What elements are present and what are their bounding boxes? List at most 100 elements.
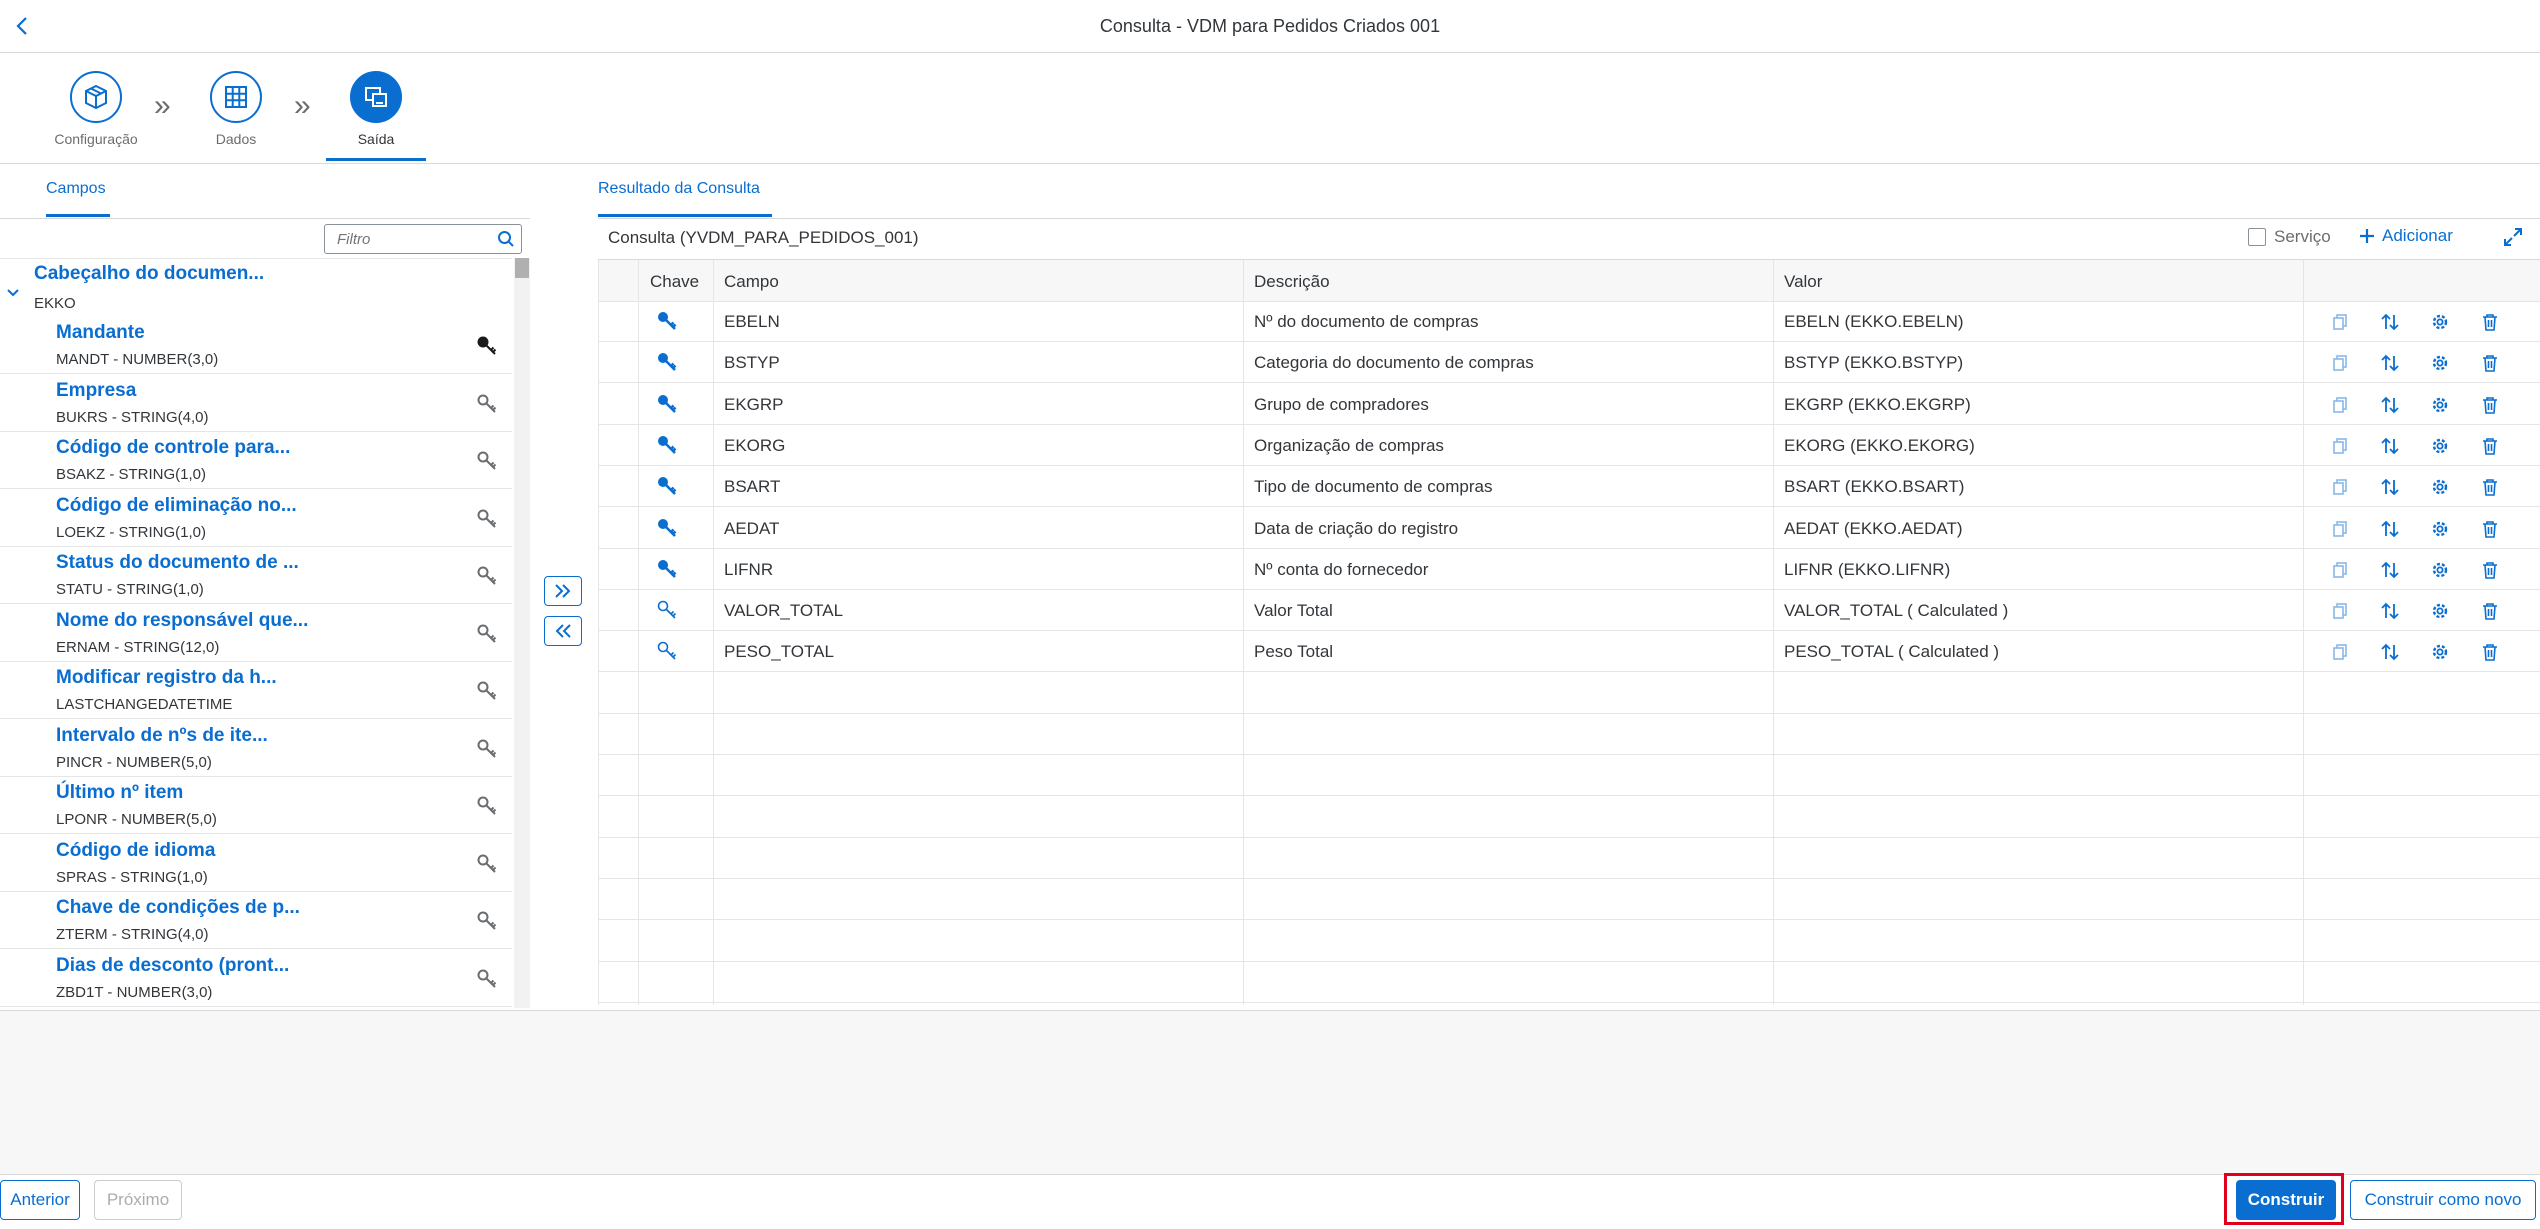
field-list-item[interactable]: Status do documento de ... STATU - STRING… — [0, 547, 512, 604]
delete-icon[interactable] — [2478, 351, 2502, 375]
filter-field[interactable] — [324, 224, 522, 254]
key-icon[interactable] — [476, 910, 498, 937]
tab-resultado-da-consulta[interactable]: Resultado da Consulta — [598, 180, 760, 198]
sort-icon[interactable] — [2378, 475, 2402, 499]
table-row[interactable]: EKGRP Grupo de compradores EKGRP (EKKO.EKG… — [598, 384, 2540, 425]
table-row[interactable]: BSART Tipo de documento de compras BSART (… — [598, 466, 2540, 508]
sort-icon[interactable] — [2378, 640, 2402, 664]
settings-icon[interactable] — [2428, 434, 2452, 458]
copy-icon[interactable] — [2328, 599, 2352, 623]
delete-icon[interactable] — [2478, 599, 2502, 623]
cell-descricao: Data de criação do registro — [1254, 518, 1459, 538]
expand-icon[interactable] — [2502, 226, 2524, 253]
key-icon[interactable] — [476, 623, 498, 650]
search-icon[interactable] — [497, 230, 515, 253]
key-icon[interactable] — [476, 393, 498, 420]
table-row[interactable]: AEDAT Data de criação do registro AEDAT (E… — [598, 508, 2540, 549]
key-icon[interactable] — [476, 738, 498, 765]
scrollbar[interactable] — [514, 258, 530, 1008]
field-list-item[interactable]: Código de eliminação no... LOEKZ - STRING… — [0, 490, 512, 547]
servico-checkbox[interactable]: Serviço — [2248, 227, 2331, 247]
key-icon[interactable] — [476, 795, 498, 822]
settings-icon[interactable] — [2428, 599, 2452, 623]
table-row[interactable]: BSTYP Categoria do documento de compras BS… — [598, 342, 2540, 384]
key-icon[interactable] — [476, 853, 498, 880]
construir-como-novo-button[interactable]: Construir como novo — [2350, 1180, 2536, 1220]
settings-icon[interactable] — [2428, 558, 2452, 582]
key-icon[interactable] — [476, 565, 498, 592]
delete-icon[interactable] — [2478, 640, 2502, 664]
wizard-step-saida[interactable]: Saída — [316, 71, 436, 147]
key-icon[interactable] — [656, 475, 678, 502]
key-icon[interactable] — [476, 508, 498, 535]
settings-icon[interactable] — [2428, 351, 2452, 375]
key-icon[interactable] — [656, 434, 678, 461]
table-row[interactable]: VALOR_TOTAL Valor Total VALOR_TOTAL ( Calc… — [598, 590, 2540, 632]
key-icon[interactable] — [656, 599, 678, 626]
checkbox[interactable] — [2248, 228, 2266, 246]
key-icon[interactable] — [476, 680, 498, 707]
wizard-step-dados[interactable]: Dados — [176, 71, 296, 147]
delete-icon[interactable] — [2478, 517, 2502, 541]
sort-icon[interactable] — [2378, 558, 2402, 582]
adicionar-button[interactable]: Adicionar — [2358, 226, 2453, 246]
key-icon[interactable] — [476, 968, 498, 995]
proximo-button[interactable]: Próximo — [94, 1180, 182, 1220]
copy-icon[interactable] — [2328, 517, 2352, 541]
field-list-item[interactable]: Código de controle para... BSAKZ - STRING… — [0, 432, 512, 489]
copy-icon[interactable] — [2328, 640, 2352, 664]
field-list-item[interactable]: Empresa BUKRS - STRING(4,0) — [0, 375, 512, 432]
table-row[interactable]: PESO_TOTAL Peso Total PESO_TOTAL ( Calcula… — [598, 631, 2540, 673]
sort-icon[interactable] — [2378, 393, 2402, 417]
key-icon[interactable] — [656, 393, 678, 420]
key-icon[interactable] — [476, 450, 498, 477]
delete-icon[interactable] — [2478, 434, 2502, 458]
settings-icon[interactable] — [2428, 393, 2452, 417]
field-list-item[interactable]: Código de idioma SPRAS - STRING(1,0) — [0, 835, 512, 892]
anterior-button[interactable]: Anterior — [0, 1180, 80, 1220]
field-list-item[interactable]: Último nº item LPONR - NUMBER(5,0) — [0, 777, 512, 834]
settings-icon[interactable] — [2428, 475, 2452, 499]
field-list-item[interactable]: Modificar registro da h... LASTCHANGEDATE… — [0, 662, 512, 719]
tab-campos[interactable]: Campos — [46, 180, 106, 198]
chevron-down-icon[interactable] — [6, 285, 20, 303]
field-list-item[interactable]: Intervalo de nºs de ite... PINCR - NUMBER… — [0, 720, 512, 777]
field-list-item[interactable]: Mandante MANDT - NUMBER(3,0) — [0, 317, 512, 374]
sort-icon[interactable] — [2378, 434, 2402, 458]
copy-icon[interactable] — [2328, 351, 2352, 375]
sort-icon[interactable] — [2378, 599, 2402, 623]
add-field-button[interactable] — [544, 576, 582, 606]
copy-icon[interactable] — [2328, 310, 2352, 334]
settings-icon[interactable] — [2428, 517, 2452, 541]
delete-icon[interactable] — [2478, 475, 2502, 499]
sort-icon[interactable] — [2378, 310, 2402, 334]
key-icon[interactable] — [656, 517, 678, 544]
field-list-item[interactable]: Dias de desconto (pront... ZBD1T - NUMBER… — [0, 950, 512, 1007]
delete-icon[interactable] — [2478, 310, 2502, 334]
delete-icon[interactable] — [2478, 393, 2502, 417]
field-list-item[interactable]: Chave de condições de p... ZTERM - STRING… — [0, 892, 512, 949]
field-list-item[interactable]: Nome do responsável que... ERNAM - STRING… — [0, 605, 512, 662]
copy-icon[interactable] — [2328, 434, 2352, 458]
settings-icon[interactable] — [2428, 640, 2452, 664]
copy-icon[interactable] — [2328, 393, 2352, 417]
copy-icon[interactable] — [2328, 558, 2352, 582]
sort-icon[interactable] — [2378, 517, 2402, 541]
key-icon[interactable] — [656, 640, 678, 667]
field-group-header[interactable]: Cabeçalho do documen... EKKO — [0, 259, 512, 317]
filter-input[interactable] — [335, 225, 489, 253]
sort-icon[interactable] — [2378, 351, 2402, 375]
key-icon[interactable] — [656, 310, 678, 337]
key-icon[interactable] — [476, 335, 498, 362]
table-row[interactable]: EKORG Organização de compras EKORG (EKKO.E… — [598, 425, 2540, 466]
key-icon[interactable] — [656, 558, 678, 585]
table-row[interactable]: EBELN Nº do documento de compras EBELN (EK… — [598, 301, 2540, 342]
scrollbar-thumb[interactable] — [515, 258, 529, 278]
remove-field-button[interactable] — [544, 616, 582, 646]
key-icon[interactable] — [656, 351, 678, 378]
table-row[interactable]: LIFNR Nº conta do fornecedor LIFNR (EKKO.L… — [598, 549, 2540, 590]
wizard-step-configuracao[interactable]: Configuração — [36, 71, 156, 147]
copy-icon[interactable] — [2328, 475, 2352, 499]
delete-icon[interactable] — [2478, 558, 2502, 582]
settings-icon[interactable] — [2428, 310, 2452, 334]
